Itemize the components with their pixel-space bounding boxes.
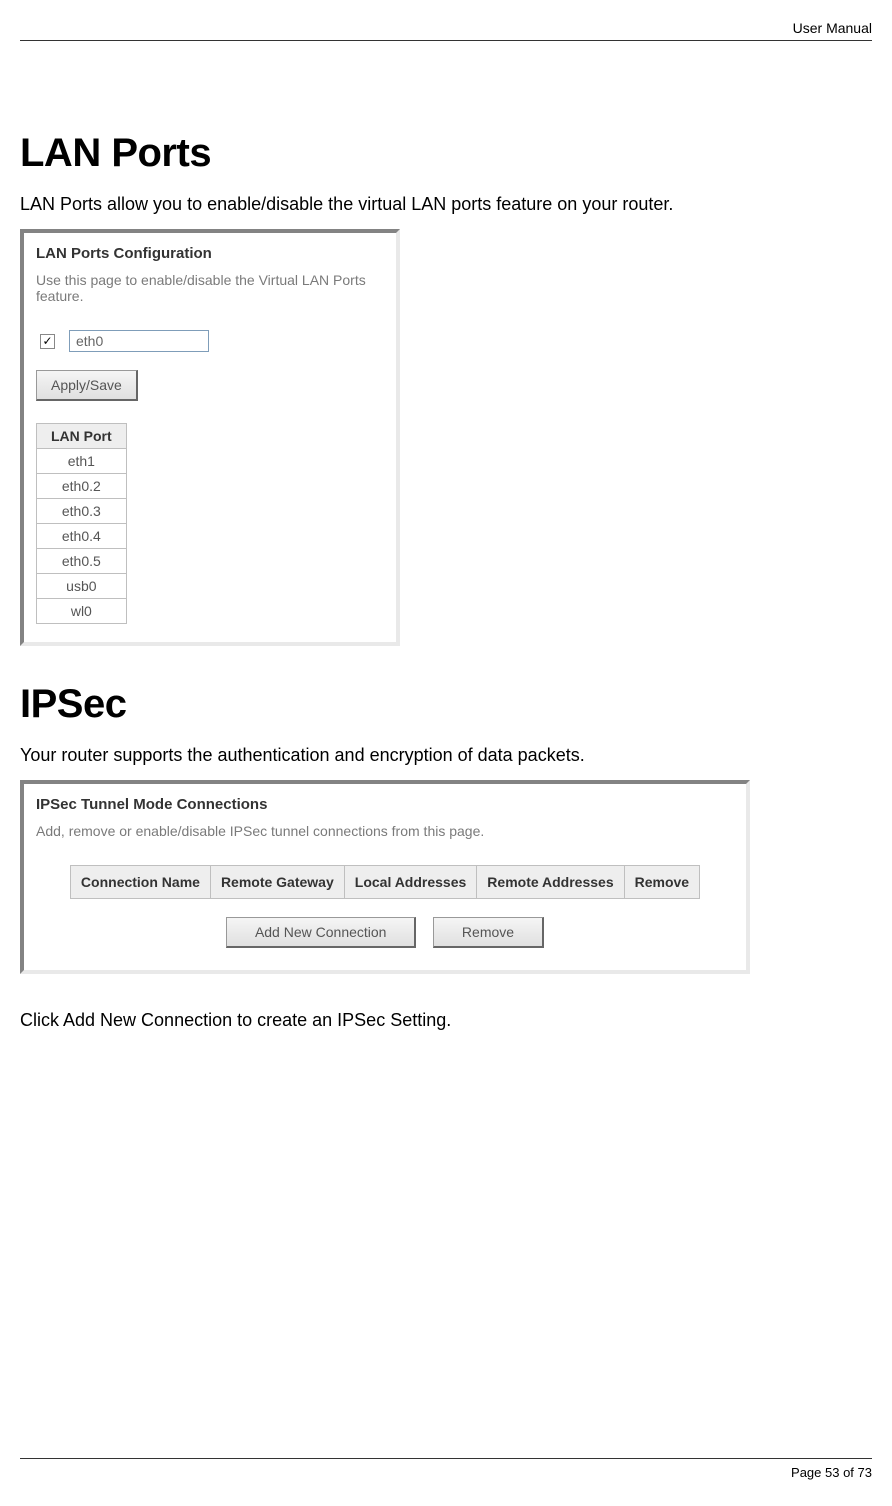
ipsec-connections-table: Connection Name Remote Gateway Local Add… (70, 865, 700, 899)
heading-lan-ports: LAN Ports (20, 131, 872, 176)
table-row: eth0.5 (37, 549, 127, 574)
doc-header-title: User Manual (793, 20, 872, 36)
doc-header: User Manual (20, 20, 872, 41)
col-remote-gateway: Remote Gateway (210, 866, 344, 899)
col-local-addresses: Local Addresses (344, 866, 477, 899)
table-row: usb0 (37, 574, 127, 599)
remove-connection-button[interactable]: Remove (433, 917, 544, 948)
lan-panel-subtitle: Use this page to enable/disable the Virt… (36, 272, 384, 304)
page-total: of 73 (839, 1465, 872, 1480)
apply-save-button[interactable]: Apply/Save (36, 370, 138, 401)
lan-port-table-header: LAN Port (37, 424, 127, 449)
lan-panel-title: LAN Ports Configuration (36, 245, 384, 262)
lan-intro: LAN Ports allow you to enable/disable th… (20, 194, 872, 215)
doc-footer: Page 53 of 73 (20, 1458, 872, 1480)
table-row: wl0 (37, 599, 127, 624)
lan-port-table: LAN Port eth1 eth0.2 eth0.3 eth0.4 eth0.… (36, 423, 127, 624)
lan-config-panel: LAN Ports Configuration Use this page to… (20, 229, 400, 646)
ipsec-panel: IPSec Tunnel Mode Connections Add, remov… (20, 780, 750, 974)
heading-ipsec: IPSec (20, 682, 872, 727)
table-row: eth0.3 (37, 499, 127, 524)
table-row: eth0.4 (37, 524, 127, 549)
col-remove: Remove (624, 866, 699, 899)
ipsec-after-text: Click Add New Connection to create an IP… (20, 1010, 872, 1031)
page-number: Page 53 (791, 1465, 839, 1480)
col-connection-name: Connection Name (70, 866, 210, 899)
ipsec-panel-title: IPSec Tunnel Mode Connections (36, 796, 734, 813)
lan-port-name-input[interactable] (69, 330, 209, 352)
table-row: eth1 (37, 449, 127, 474)
ipsec-panel-subtitle: Add, remove or enable/disable IPSec tunn… (36, 823, 734, 839)
add-new-connection-button[interactable]: Add New Connection (226, 917, 417, 948)
col-remote-addresses: Remote Addresses (477, 866, 624, 899)
ipsec-intro: Your router supports the authentication … (20, 745, 872, 766)
table-row: eth0.2 (37, 474, 127, 499)
lan-enable-checkbox[interactable]: ✓ (40, 334, 55, 349)
